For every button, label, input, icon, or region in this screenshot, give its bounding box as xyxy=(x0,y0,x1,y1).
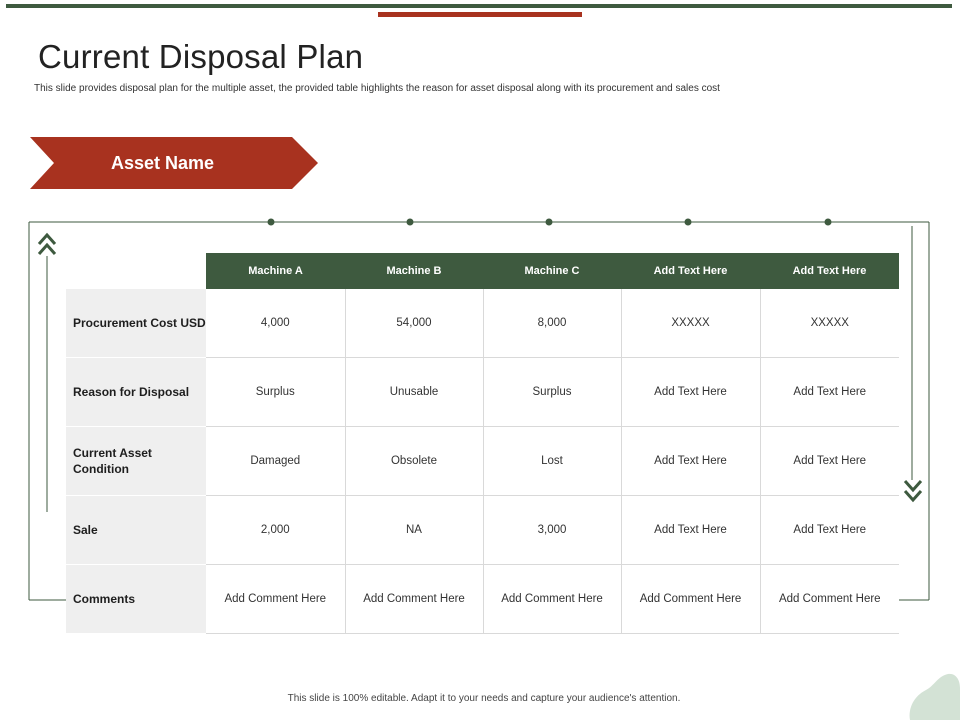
table-cell: XXXXX xyxy=(760,289,899,358)
table-cell: XXXXX xyxy=(621,289,760,358)
footer-note: This slide is 100% editable. Adapt it to… xyxy=(0,693,960,704)
table-row: Current Asset Condition Damaged Obsolete… xyxy=(66,427,899,496)
table-cell: Add Text Here xyxy=(621,358,760,427)
table-cell: Add Text Here xyxy=(760,427,899,496)
table-row: Reason for Disposal Surplus Unusable Sur… xyxy=(66,358,899,427)
table-cell: 2,000 xyxy=(206,496,345,565)
row-label: Procurement Cost USD xyxy=(66,289,206,358)
table-cell: 3,000 xyxy=(483,496,621,565)
table-cell: 8,000 xyxy=(483,289,621,358)
row-label: Reason for Disposal xyxy=(66,358,206,427)
page-subtitle: This slide provides disposal plan for th… xyxy=(34,83,720,94)
top-bar xyxy=(6,4,952,8)
table-row: Sale 2,000 NA 3,000 Add Text Here Add Te… xyxy=(66,496,899,565)
frame-dot xyxy=(546,219,553,226)
page-title: Current Disposal Plan xyxy=(38,38,363,76)
header-corner xyxy=(66,253,206,289)
table-cell: Obsolete xyxy=(345,427,483,496)
table-cell: Add Text Here xyxy=(760,496,899,565)
table-cell: Add Comment Here xyxy=(345,565,483,634)
banner-label: Asset Name xyxy=(30,137,295,189)
table-cell: Add Comment Here xyxy=(206,565,345,634)
asset-name-banner: Asset Name xyxy=(30,137,318,189)
table-header-row: Machine A Machine B Machine C Add Text H… xyxy=(66,253,899,289)
double-chevron-down-icon xyxy=(903,476,923,504)
table-cell: 4,000 xyxy=(206,289,345,358)
column-header: Machine C xyxy=(483,253,621,289)
decorative-leaf-shape xyxy=(900,668,960,720)
table-cell: Add Comment Here xyxy=(760,565,899,634)
table-row: Procurement Cost USD 4,000 54,000 8,000 … xyxy=(66,289,899,358)
row-label: Comments xyxy=(66,565,206,634)
column-header: Add Text Here xyxy=(760,253,899,289)
table-cell: Add Comment Here xyxy=(621,565,760,634)
column-header: Machine B xyxy=(345,253,483,289)
frame-dot xyxy=(825,219,832,226)
table-cell: 54,000 xyxy=(345,289,483,358)
table-row: Comments Add Comment Here Add Comment He… xyxy=(66,565,899,634)
double-chevron-up-icon xyxy=(37,232,57,260)
table-cell: Unusable xyxy=(345,358,483,427)
table-cell: Surplus xyxy=(483,358,621,427)
top-accent-bar xyxy=(378,12,582,17)
column-header: Machine A xyxy=(206,253,345,289)
table-cell: NA xyxy=(345,496,483,565)
frame-dot xyxy=(685,219,692,226)
frame-dot xyxy=(407,219,414,226)
table-cell: Add Text Here xyxy=(621,427,760,496)
table-cell: Add Comment Here xyxy=(483,565,621,634)
table-cell: Add Text Here xyxy=(621,496,760,565)
table-cell: Surplus xyxy=(206,358,345,427)
table-cell: Lost xyxy=(483,427,621,496)
frame-dot xyxy=(268,219,275,226)
table-cell: Add Text Here xyxy=(760,358,899,427)
row-label: Sale xyxy=(66,496,206,565)
column-header: Add Text Here xyxy=(621,253,760,289)
disposal-plan-table: Machine A Machine B Machine C Add Text H… xyxy=(66,253,899,634)
row-label: Current Asset Condition xyxy=(66,427,206,496)
table-cell: Damaged xyxy=(206,427,345,496)
